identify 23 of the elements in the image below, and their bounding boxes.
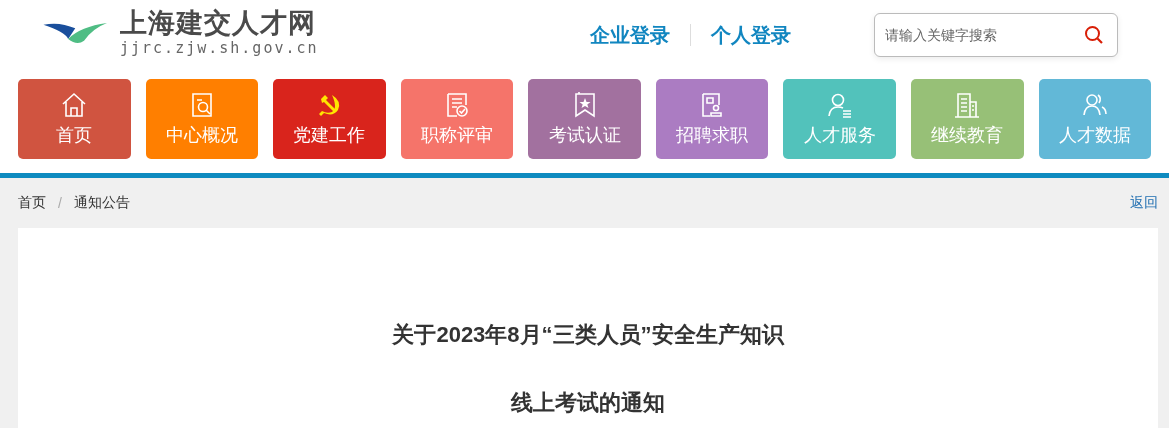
building-icon (953, 91, 982, 119)
nav-tile[interactable]: 人才数据 (1038, 79, 1152, 159)
site-title: 上海建交人才网 (120, 7, 317, 39)
article-title: 线上考试的通知 (511, 389, 665, 417)
nav-tile[interactable]: 职称评审 (400, 79, 514, 159)
site-url: jjrc.zjw.sh.gov.cn (120, 39, 319, 57)
nav-tile[interactable]: 中心概况 (145, 79, 259, 159)
nav-tile[interactable]: 人才服务 (783, 79, 896, 159)
nav-tile[interactable]: 招聘求职 (655, 79, 769, 159)
nav-tile[interactable]: 考试认证 (528, 79, 641, 159)
login-link[interactable]: 个人登录 (711, 21, 791, 49)
breadcrumb-link[interactable]: 通知公告 (73, 194, 130, 212)
article-title: 关于2023年8月“三类人员”安全生产知识 (392, 321, 784, 349)
breadcrumb-separator: / (58, 195, 62, 211)
login-link[interactable]: 企业登录 (590, 21, 670, 49)
search-icon[interactable] (1084, 25, 1104, 45)
back-link[interactable]: 返回 (1130, 194, 1158, 212)
nav-tile[interactable]: 党建工作 (273, 79, 386, 159)
nav-tile[interactable]: 首页 (18, 79, 131, 159)
person-list-icon (825, 91, 854, 119)
breadcrumb-link[interactable]: 首页 (18, 194, 46, 212)
search-field[interactable]: 请输入关键字搜索 (874, 13, 1118, 57)
nav-tile[interactable]: 继续教育 (910, 79, 1024, 159)
